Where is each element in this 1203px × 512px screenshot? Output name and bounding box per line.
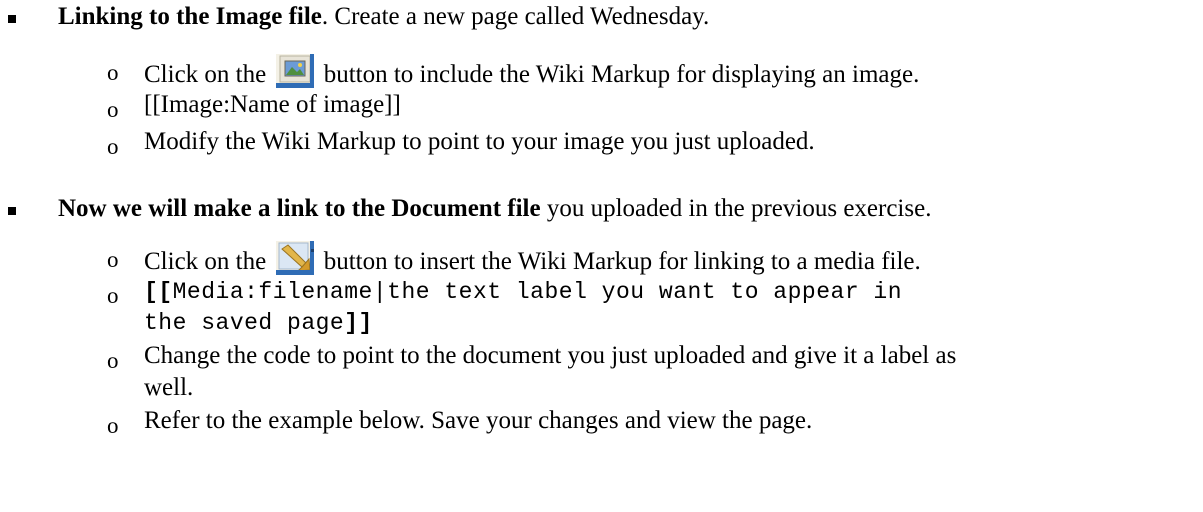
section2-item-4: Refer to the example below. Save your ch… (144, 407, 813, 434)
section2-heading-rest: you uploaded in the previous exercise. (540, 195, 932, 222)
section1-heading: Linking to the Image file. Create a new … (58, 3, 709, 32)
code-close-brackets: ]] (344, 310, 373, 336)
section1-item-2: [[Image:Name of image]] (144, 91, 401, 118)
code-body-line-1: Media:filename|the text label you want t… (172, 279, 903, 305)
document-page: Linking to the Image file. Create a new … (0, 0, 1203, 512)
sub-bullet-icon: o (107, 134, 119, 159)
section1-item-1: Click on the button to include the Wiki … (144, 54, 919, 90)
sub-bullet-icon: o (107, 283, 119, 308)
sub-bullet-icon: o (107, 413, 119, 438)
section2-heading: Now we will make a link to the Document … (58, 195, 931, 224)
code-body-line-2: the saved page (144, 310, 345, 336)
square-bullet-icon (8, 207, 16, 215)
square-bullet-icon (8, 15, 16, 23)
section2-item-3-line-1: Change the code to point to the document… (144, 342, 957, 369)
section2-code-line-1: [[Media:filename|the text label you want… (144, 279, 902, 305)
section1-item-1-after: button to include the Wiki Markup for di… (317, 61, 920, 88)
image-button-icon (276, 54, 315, 88)
sub-bullet-icon: o (107, 247, 119, 272)
section1-heading-bold: Linking to the Image file (58, 3, 322, 30)
section2-item-3-line-2: well. (144, 374, 194, 401)
section1-item-1-before: Click on the (144, 61, 273, 88)
section2-item-1-after: button to insert the Wiki Markup for lin… (317, 248, 921, 275)
section2-heading-bold: Now we will make a link to the Document … (58, 195, 541, 222)
code-open-brackets: [[ (144, 279, 173, 305)
section2-item-1: Click on the button to insert the Wiki M… (144, 241, 921, 277)
section2-item-1-before: Click on the (144, 248, 273, 275)
sub-bullet-icon: o (107, 97, 119, 122)
section2-code-line-2: the saved page]] (144, 310, 373, 336)
sub-bullet-icon: o (107, 60, 119, 85)
sub-bullet-icon: o (107, 348, 119, 373)
section1-item-3: Modify the Wiki Markup to point to your … (144, 128, 815, 155)
section1-heading-rest: . Create a new page called Wednesday. (321, 3, 710, 30)
media-button-icon (276, 241, 315, 275)
